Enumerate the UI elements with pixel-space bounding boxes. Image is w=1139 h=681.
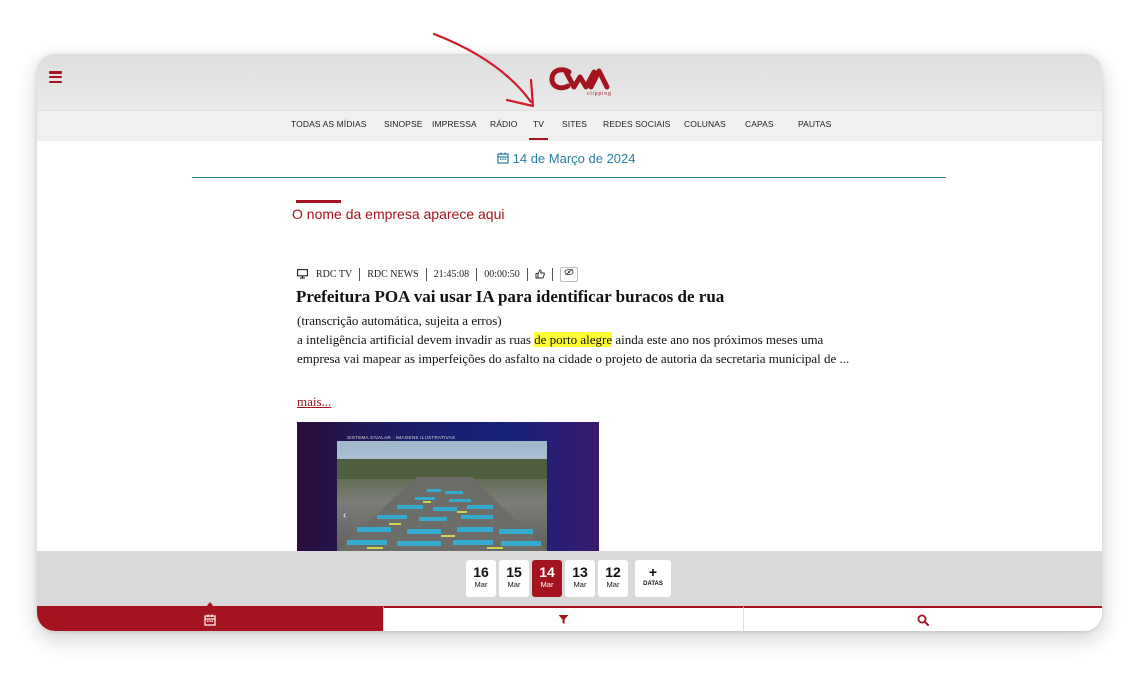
- company-accent-bar: [296, 200, 341, 203]
- hamburger-icon[interactable]: [49, 71, 62, 84]
- logo-subtext: clipping: [587, 91, 612, 97]
- tab-search[interactable]: [743, 606, 1102, 631]
- monitor-icon: [297, 269, 308, 279]
- meta-duration: 00:00:50: [484, 268, 520, 280]
- current-date-text: 14 de Março de 2024: [512, 151, 636, 166]
- tab-calendar[interactable]: [37, 602, 383, 631]
- calendar-icon: [497, 152, 509, 164]
- nav-tv[interactable]: TV: [528, 111, 549, 141]
- article-meta: RDC TV RDC NEWS 21:45:08 00:00:50: [297, 266, 578, 282]
- keyword-highlight: de porto alegre: [534, 332, 613, 348]
- eye-off-icon[interactable]: [559, 266, 578, 282]
- date-divider: [192, 177, 946, 178]
- date-button-16[interactable]: 16 Mar: [466, 560, 496, 597]
- nav-todas-as-midias[interactable]: TODAS AS MÍDIAS: [291, 111, 367, 141]
- search-icon: [917, 614, 929, 626]
- bottom-tabbar: [37, 602, 1102, 631]
- meta-station: RDC TV: [316, 268, 353, 280]
- media-nav: TODAS AS MÍDIAS SINOPSE IMPRESSA RÁDIO T…: [37, 110, 1102, 141]
- nav-colunas[interactable]: COLUNAS: [684, 111, 726, 141]
- nav-pautas[interactable]: PAUTAS: [798, 111, 831, 141]
- company-name: O nome da empresa aparece aqui: [292, 206, 505, 222]
- date-button-14[interactable]: 14 Mar: [532, 560, 562, 597]
- tab-filter[interactable]: [383, 606, 743, 631]
- current-date: 14 de Março de 2024: [497, 151, 636, 166]
- app-window: clipping TODAS AS MÍDIAS SINOPSE IMPRESS…: [37, 54, 1102, 631]
- more-dates-button[interactable]: + DATAS: [635, 560, 671, 597]
- more-link[interactable]: mais...: [297, 394, 331, 410]
- date-selector: 16 Mar 15 Mar 14 Mar 13 Mar 12 Mar + DATAS: [37, 551, 1102, 606]
- nav-sites[interactable]: SITES: [562, 111, 587, 141]
- calendar-icon: [204, 614, 216, 626]
- nav-impressa[interactable]: IMPRESSA: [432, 111, 477, 141]
- nav-radio[interactable]: RÁDIO: [490, 111, 517, 141]
- video-thumbnail[interactable]: SISTEMA SIVALAR · IMAGENS ILUSTRATIVAS ‹: [297, 422, 599, 551]
- date-button-13[interactable]: 13 Mar: [565, 560, 595, 597]
- article-title[interactable]: Prefeitura POA vai usar IA para identifi…: [296, 287, 856, 307]
- article-body: (transcrição automática, sujeita a erros…: [297, 311, 857, 369]
- video-prev-icon[interactable]: ‹: [343, 510, 346, 521]
- brand-logo[interactable]: clipping: [547, 64, 617, 98]
- meta-program: RDC NEWS: [367, 268, 419, 280]
- video-caption: SISTEMA SIVALAR · IMAGENS ILUSTRATIVAS: [347, 435, 456, 440]
- date-button-15[interactable]: 15 Mar: [499, 560, 529, 597]
- thumbs-up-icon[interactable]: [535, 269, 545, 279]
- article-transcript: a inteligência artificial devem invadir …: [297, 332, 850, 367]
- filter-icon: [558, 615, 569, 624]
- nav-sinopse[interactable]: SINOPSE: [384, 111, 423, 141]
- article-subtitle: (transcrição automática, sujeita a erros…: [297, 313, 502, 328]
- video-frame: [337, 441, 547, 551]
- nav-redes-sociais[interactable]: REDES SOCIAIS: [603, 111, 670, 141]
- meta-time: 21:45:08: [433, 268, 470, 280]
- nav-capas[interactable]: CAPAS: [745, 111, 774, 141]
- top-header: clipping: [37, 54, 1102, 110]
- date-button-12[interactable]: 12 Mar: [598, 560, 628, 597]
